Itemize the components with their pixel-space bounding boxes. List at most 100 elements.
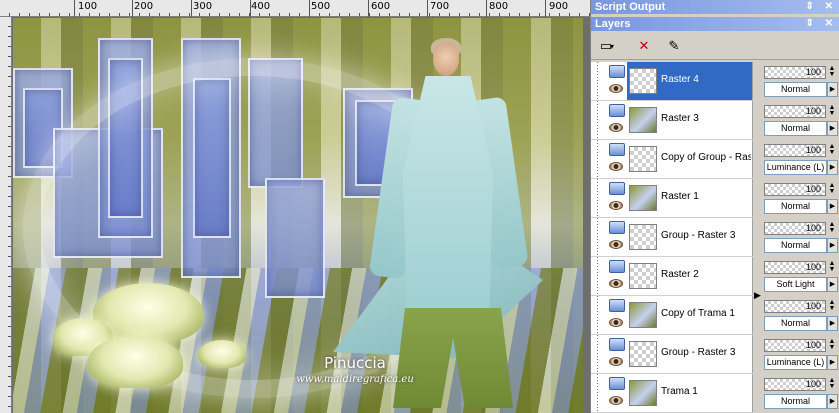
blend-mode-select[interactable]: Normal	[764, 121, 827, 136]
ruler-label: 700	[430, 1, 450, 12]
horizontal-ruler: 100 200 300 400 500 600 700 800 900	[0, 0, 590, 17]
raster-layer-icon	[609, 338, 625, 351]
opacity-field[interactable]: 100	[764, 300, 826, 313]
eye-icon[interactable]	[609, 240, 623, 249]
ruler-label: 100	[78, 1, 98, 12]
layer-properties-row: 100 ▲ ▼ Luminance (L) ▶	[761, 140, 839, 179]
layer-row-group-raster-3[interactable]: Group - Raster 3	[591, 218, 753, 257]
layer-properties-row: 100 ▲ ▼ Normal ▶	[761, 101, 839, 140]
layer-properties-row: 100 ▲ ▼ Normal ▶	[761, 296, 839, 335]
lotus-flower	[88, 336, 183, 388]
layer-properties-column: 100 ▲ ▼ Normal ▶ 100 ▲ ▼ Normal ▶ 100 ▲ ▼ L…	[761, 62, 839, 413]
layer-row-raster-2[interactable]: Raster 2	[591, 257, 753, 296]
layer-properties-row: 100 ▲ ▼ Soft Light ▶	[761, 257, 839, 296]
layer-name: Raster 1	[661, 191, 699, 202]
eye-icon[interactable]	[609, 357, 623, 366]
chevron-right-icon[interactable]: ▶	[827, 160, 838, 175]
image-canvas[interactable]: Pinuccia www.maidiregrafica.eu	[13, 18, 583, 413]
raster-layer-icon	[609, 260, 625, 273]
layer-name: Copy of Group - Rast	[661, 152, 751, 163]
layer-thumbnail	[629, 68, 657, 94]
script-output-title: Script Output	[595, 1, 666, 13]
blend-mode-select[interactable]: Normal	[764, 199, 827, 214]
opacity-spinner[interactable]: ▲ ▼	[827, 377, 837, 391]
chevron-right-icon[interactable]: ▶	[827, 199, 838, 214]
blend-mode-select[interactable]: Soft Light	[764, 277, 827, 292]
blend-mode-select[interactable]: Normal	[764, 238, 827, 253]
ruler-label: 900	[549, 1, 569, 12]
layer-properties-row: 100 ▲ ▼ Normal ▶	[761, 179, 839, 218]
script-output-titlebar[interactable]: Script Output ⇕ ✕	[591, 0, 839, 14]
chevron-right-icon[interactable]: ▶	[827, 238, 838, 253]
layer-properties-row: 100 ▲ ▼ Luminance (L) ▶	[761, 335, 839, 374]
layer-row-raster-1[interactable]: Raster 1	[591, 179, 753, 218]
titlebar-buttons[interactable]: ⇕ ✕	[805, 17, 837, 31]
opacity-spinner[interactable]: ▲ ▼	[827, 221, 837, 235]
eye-icon[interactable]	[609, 318, 623, 327]
raster-layer-icon	[609, 299, 625, 312]
edit-selection-icon[interactable]: ✎	[663, 36, 685, 56]
opacity-field[interactable]: 100	[764, 378, 826, 391]
layers-list: Raster 4 Raster 3 Copy of Group - Rast R…	[591, 62, 753, 413]
chevron-right-icon[interactable]: ▶	[827, 355, 838, 370]
titlebar-buttons[interactable]: ⇕ ✕	[805, 0, 837, 14]
layer-row-copy-of-group-raster[interactable]: Copy of Group - Rast	[591, 140, 753, 179]
raster-layer-icon	[609, 143, 625, 156]
chevron-right-icon[interactable]: ▶	[827, 121, 838, 136]
eye-icon[interactable]	[609, 84, 623, 93]
raster-layer-icon	[609, 377, 625, 390]
eye-icon[interactable]	[609, 396, 623, 405]
opacity-field[interactable]: 100	[764, 183, 826, 196]
opacity-spinner[interactable]: ▲ ▼	[827, 104, 837, 118]
opacity-spinner[interactable]: ▲ ▼	[827, 260, 837, 274]
layer-thumbnail	[629, 341, 657, 367]
opacity-field[interactable]: 100	[764, 339, 826, 352]
eye-icon[interactable]	[609, 201, 623, 210]
opacity-field[interactable]: 100	[764, 105, 826, 118]
delete-layer-icon[interactable]: ✕	[633, 36, 655, 56]
blend-mode-select[interactable]: Luminance (L)	[764, 160, 827, 175]
chevron-right-icon[interactable]: ▶	[827, 316, 838, 331]
layer-row-group-raster-3[interactable]: Group - Raster 3	[591, 335, 753, 374]
layer-thumbnail	[629, 302, 657, 328]
layer-thumbnail	[629, 380, 657, 406]
layer-properties-row: 100 ▲ ▼ Normal ▶	[761, 374, 839, 413]
lotus-flower	[198, 340, 246, 368]
opacity-spinner[interactable]: ▲ ▼	[827, 65, 837, 79]
opacity-spinner[interactable]: ▲ ▼	[827, 299, 837, 313]
palette-splitter[interactable]: ▶	[753, 62, 761, 413]
chevron-right-icon[interactable]: ▶	[827, 82, 838, 97]
chevron-right-icon[interactable]: ▶	[754, 290, 761, 301]
layer-name: Raster 3	[661, 113, 699, 124]
raster-layer-icon	[609, 182, 625, 195]
blend-mode-select[interactable]: Luminance (L)	[764, 355, 827, 370]
watermark-signature: Pinuccia	[324, 354, 386, 372]
layer-row-trama-1[interactable]: Trama 1	[591, 374, 753, 413]
eye-icon[interactable]	[609, 279, 623, 288]
chevron-right-icon[interactable]: ▶	[827, 394, 838, 409]
opacity-spinner[interactable]: ▲ ▼	[827, 143, 837, 157]
layer-row-raster-4[interactable]: Raster 4	[591, 62, 753, 101]
layers-title: Layers	[595, 18, 631, 30]
opacity-spinner[interactable]: ▲ ▼	[827, 338, 837, 352]
opacity-field[interactable]: 100	[764, 66, 826, 79]
opacity-field[interactable]: 100	[764, 222, 826, 235]
layer-properties-row: 100 ▲ ▼ Normal ▶	[761, 218, 839, 257]
blend-mode-select[interactable]: Normal	[764, 82, 827, 97]
layer-name: Raster 4	[661, 74, 699, 85]
chevron-down-icon[interactable]: ▾	[607, 36, 617, 56]
blend-mode-select[interactable]: Normal	[764, 394, 827, 409]
layers-titlebar[interactable]: Layers ⇕ ✕	[591, 17, 839, 31]
layers-toolbar: ▭ ▾ ✕ ✎	[591, 32, 839, 60]
opacity-spinner[interactable]: ▲ ▼	[827, 182, 837, 196]
layer-row-copy-of-trama-1[interactable]: Copy of Trama 1	[591, 296, 753, 335]
image-workspace[interactable]: 100 200 300 400 500 600 700 800 900 Pinu…	[0, 0, 590, 413]
opacity-field[interactable]: 100	[764, 261, 826, 274]
ruler-label: 500	[311, 1, 331, 12]
chevron-right-icon[interactable]: ▶	[827, 277, 838, 292]
eye-icon[interactable]	[609, 123, 623, 132]
layer-row-raster-3[interactable]: Raster 3	[591, 101, 753, 140]
eye-icon[interactable]	[609, 162, 623, 171]
opacity-field[interactable]: 100	[764, 144, 826, 157]
blend-mode-select[interactable]: Normal	[764, 316, 827, 331]
